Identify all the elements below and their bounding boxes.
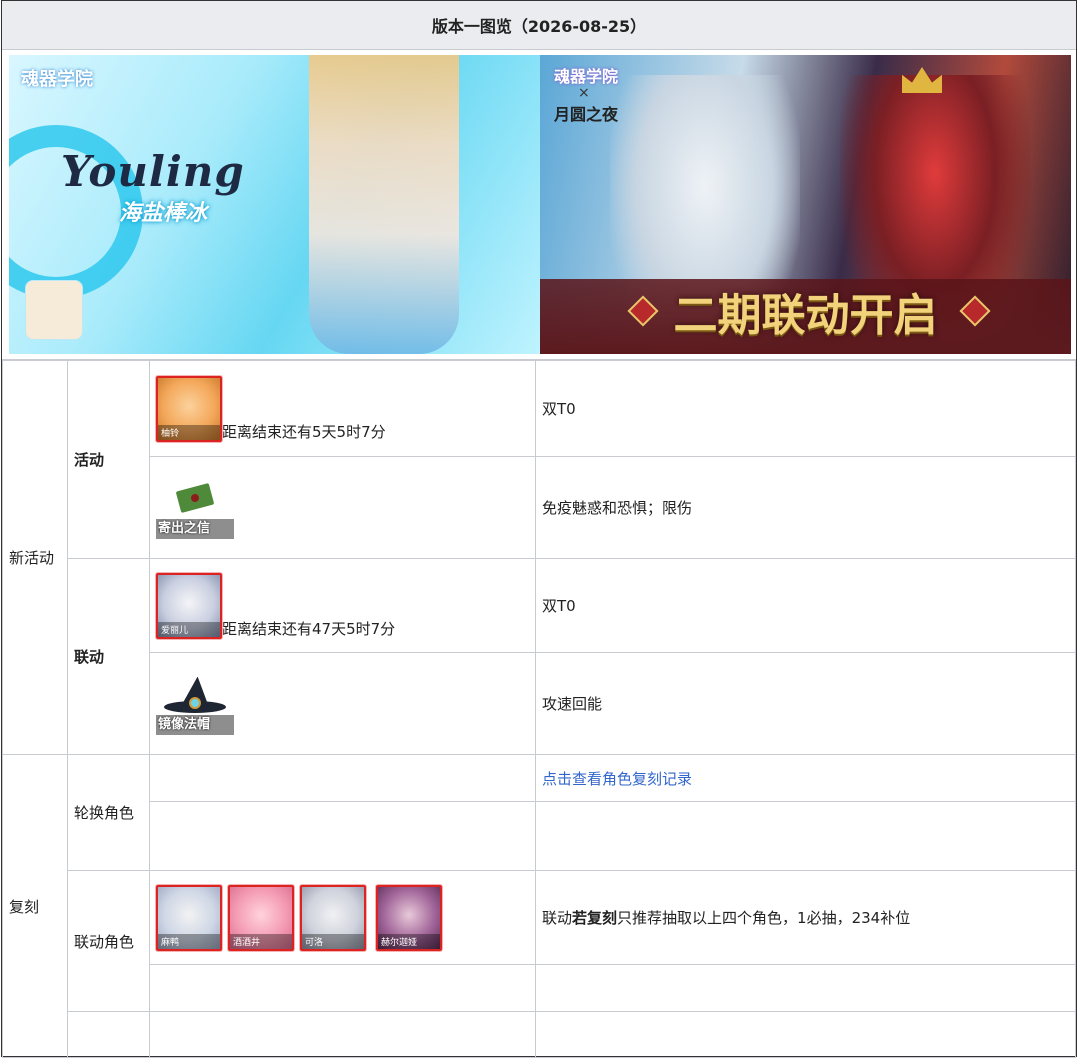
character-list-cell: 麻鸭 酒酒井 可洛 赫尔迦娅	[149, 870, 536, 965]
collab-logo: 月圆之夜	[554, 105, 619, 124]
note-cell: 双T0	[535, 360, 1076, 457]
table-row: 联动角色 麻鸭 酒酒井 可洛 赫尔迦娅 联动若复刻只推荐抽取以上四个角色，1必抽，23…	[3, 870, 1076, 1012]
character-avatar[interactable]: 柚铃	[156, 375, 222, 442]
item-cell: 镜像法帽	[149, 652, 536, 755]
table-row: 联动 爱丽儿 距离结束还有47天5时7分 双T0	[3, 558, 1076, 755]
game-logo: 魂器学院	[554, 67, 619, 86]
character-cell: 爱丽儿 距离结束还有47天5时7分	[149, 558, 536, 653]
collab-cross: ×	[578, 85, 590, 101]
table-row: 寄出之信 免疫魅惑和恐惧；限伤	[3, 456, 1076, 559]
item-cell: 寄出之信	[149, 456, 536, 559]
note-cell: 联动若复刻只推荐抽取以上四个角色，1必抽，234补位	[535, 870, 1076, 965]
crown-icon	[902, 67, 942, 93]
table-row: 复刻 轮换角色 点击查看角色复刻记录	[2, 754, 1076, 1058]
table-row: 新活动 活动 柚铃 距离结束还有5天5时7分 双T0	[2, 360, 1076, 755]
empty-cell	[149, 801, 536, 871]
empty-cell	[535, 801, 1076, 871]
subsection-label: 轮换角色	[67, 754, 150, 871]
witch-hat-icon	[164, 676, 226, 715]
countdown-text: 距离结束还有47天5时7分	[222, 619, 396, 638]
chibi-portrait	[25, 280, 83, 340]
note-cell: 免疫魅惑和恐惧；限伤	[535, 456, 1076, 559]
empty-cell	[149, 754, 536, 802]
empty-cell	[67, 1011, 150, 1058]
envelope-icon	[175, 482, 215, 513]
character-avatar[interactable]: 赫尔迦娅	[376, 884, 442, 951]
empty-cell	[535, 964, 1076, 1012]
character-avatar[interactable]: 可洛	[300, 884, 366, 951]
banner-title: Youling	[61, 147, 245, 196]
overview-table: 新活动 活动 柚铃 距离结束还有5天5时7分 双T0 寄出之信 免疫魅惑和恐惧；限…	[2, 360, 1076, 1058]
subsection-label: 联动角色	[67, 870, 150, 1012]
subsection-label: 联动	[67, 558, 150, 755]
collab-banner[interactable]: 魂器学院 × 月圆之夜 二期联动开启	[540, 55, 1071, 354]
subsection-label: 活动	[67, 360, 150, 559]
rerun-link-cell: 点击查看角色复刻记录	[535, 754, 1076, 802]
item-card[interactable]: 镜像法帽	[156, 673, 236, 735]
table-row: 镜像法帽 攻速回能	[3, 652, 1076, 755]
game-logo: 魂器学院	[21, 69, 93, 90]
character-avatar[interactable]: 麻鸭	[156, 884, 222, 951]
note-cell: 双T0	[535, 558, 1076, 653]
note-cell: 攻速回能	[535, 652, 1076, 755]
rerun-history-link[interactable]: 点击查看角色复刻记录	[542, 770, 692, 788]
countdown-text: 距离结束还有5天5时7分	[222, 422, 386, 441]
empty-cell	[149, 964, 536, 1012]
page-title: 版本一图览（2026-08-25）	[2, 1, 1076, 50]
character-avatar[interactable]: 酒酒井	[228, 884, 294, 951]
table-row	[3, 801, 1076, 871]
version-overview-panel: 版本一图览（2026-08-25） 魂器学院 Youling 海盐棒冰 魂器学院…	[1, 0, 1077, 1058]
character-cell: 柚铃 距离结束还有5天5时7分	[149, 360, 536, 457]
banner-subtitle: 海盐棒冰	[119, 201, 208, 226]
empty-cell	[149, 1011, 536, 1058]
table-row	[3, 1011, 1076, 1058]
section-label: 新活动	[2, 360, 68, 755]
banner-row: 魂器学院 Youling 海盐棒冰 魂器学院 × 月圆之夜 二期联动开启	[2, 49, 1076, 360]
empty-cell	[535, 1011, 1076, 1058]
banner-headline: 二期联动开启	[673, 290, 938, 341]
youling-banner[interactable]: 魂器学院 Youling 海盐棒冰	[9, 55, 540, 354]
section-label: 复刻	[2, 754, 68, 1058]
table-row	[3, 964, 1076, 1012]
character-avatar[interactable]: 爱丽儿	[156, 572, 222, 639]
character-art	[309, 55, 459, 354]
item-card[interactable]: 寄出之信	[156, 477, 236, 539]
